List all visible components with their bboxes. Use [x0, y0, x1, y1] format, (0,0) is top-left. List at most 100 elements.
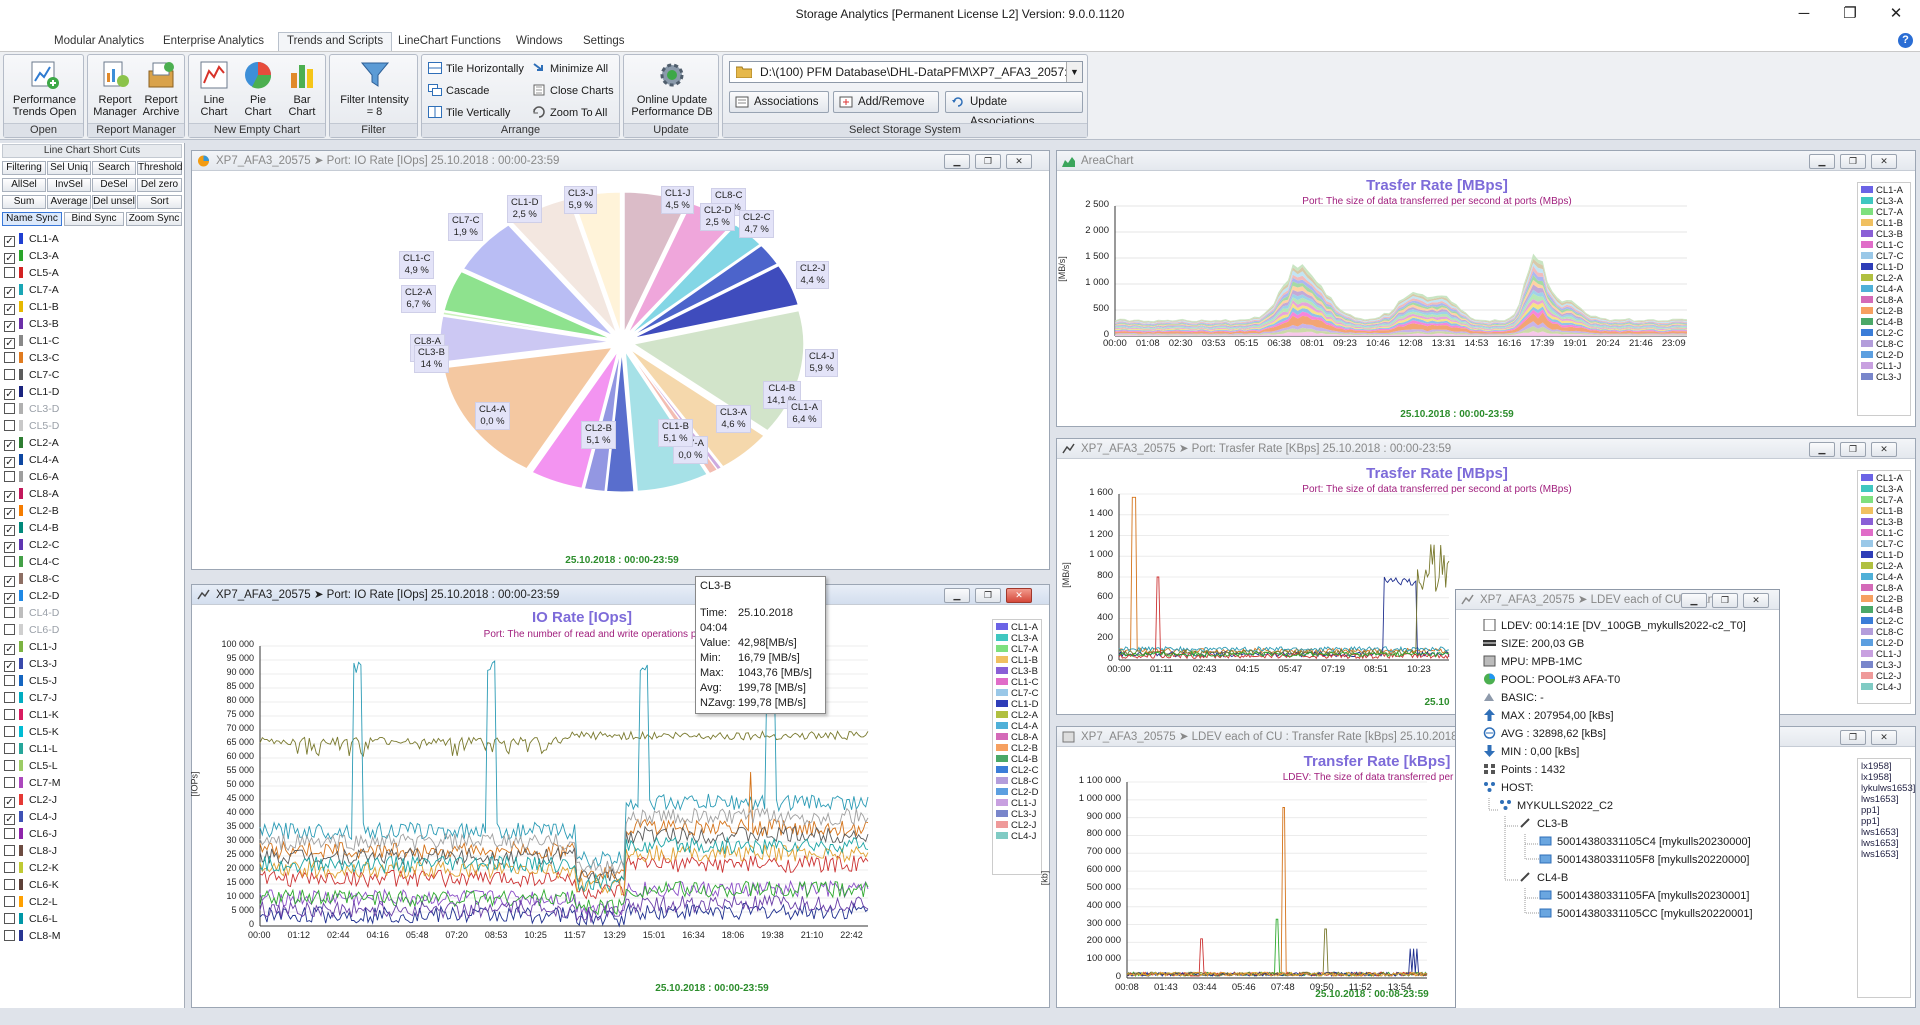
add-remove-button[interactable]: Add/Remove	[833, 91, 939, 113]
legend-entry[interactable]: CL1-B	[996, 655, 1038, 666]
series-item[interactable]: CL8-J	[4, 843, 57, 860]
series-item[interactable]: CL8-M	[4, 928, 61, 945]
close-icon[interactable]: ✕	[1871, 442, 1897, 457]
legend-entry[interactable]: CL1-B	[1861, 506, 1907, 517]
shortcut-name-sync-button[interactable]: Name Sync	[2, 212, 62, 226]
restore-icon[interactable]: ❐	[975, 588, 1001, 603]
legend-entry[interactable]: CL7-C	[1861, 251, 1907, 262]
shortcut-sort-button[interactable]: Sort	[137, 195, 182, 209]
series-item[interactable]: CL5-A	[4, 265, 59, 282]
legend-entry[interactable]: lws1653]	[1861, 838, 1907, 849]
legend-entry[interactable]: CL2-D	[996, 787, 1038, 798]
legend-entry[interactable]: CL2-J	[996, 820, 1038, 831]
filter-intensity-button[interactable]: Filter Intensity = 8	[332, 57, 417, 118]
series-item[interactable]: ✓ CL3-A	[4, 248, 59, 265]
legend-entry[interactable]: CL4-A	[1861, 572, 1907, 583]
series-checkbox[interactable]	[4, 726, 15, 737]
legend-entry[interactable]: CL1-C	[1861, 528, 1907, 539]
legend-entry[interactable]: CL4-B	[1861, 317, 1907, 328]
series-checkbox[interactable]: ✓	[4, 491, 15, 502]
shortcut-threshold-button[interactable]: Threshold	[137, 161, 182, 175]
series-item[interactable]: ✓ CL1-C	[4, 333, 59, 350]
series-checkbox[interactable]: ✓	[4, 525, 15, 536]
series-checkbox[interactable]	[4, 624, 15, 635]
close-icon[interactable]: ✕	[1871, 154, 1897, 169]
series-checkbox[interactable]: ✓	[4, 661, 15, 672]
legend-entry[interactable]: CL2-C	[1861, 616, 1907, 627]
series-checkbox[interactable]: ✓	[4, 389, 15, 400]
help-icon[interactable]: ?	[1898, 33, 1913, 48]
series-checkbox[interactable]: ✓	[4, 593, 15, 604]
close-icon[interactable]: ✕	[1873, 0, 1919, 30]
legend-entry[interactable]: CL8-A	[1861, 295, 1907, 306]
series-checkbox[interactable]: ✓	[4, 644, 15, 655]
restore-icon[interactable]: ❐	[975, 154, 1001, 169]
series-checkbox[interactable]	[4, 403, 15, 414]
legend-entry[interactable]: lws1653]	[1861, 849, 1907, 860]
series-checkbox[interactable]: ✓	[4, 236, 15, 247]
restore-icon[interactable]: ❐	[1840, 442, 1866, 457]
series-checkbox[interactable]: ✓	[4, 797, 15, 808]
window-titlebar[interactable]: AreaChart	[1057, 151, 1915, 171]
legend-entry[interactable]: CL8-A	[996, 732, 1038, 743]
legend-entry[interactable]: CL4-A	[996, 721, 1038, 732]
legend-entry[interactable]: CL1-A	[1861, 473, 1907, 484]
legend-entry[interactable]: lx1958]	[1861, 772, 1907, 783]
update-associations-button[interactable]: Update Associations	[945, 91, 1083, 128]
series-checkbox[interactable]: ✓	[4, 287, 15, 298]
series-checkbox[interactable]	[4, 556, 15, 567]
close-charts-button[interactable]: Close Charts	[532, 81, 614, 101]
legend-entry[interactable]: CL2-D	[1861, 638, 1907, 649]
series-item[interactable]: CL7-M	[4, 775, 61, 792]
legend-entry[interactable]: CL1-J	[1861, 361, 1907, 372]
legend-entry[interactable]: CL7-C	[996, 688, 1038, 699]
series-checkbox[interactable]	[4, 862, 15, 873]
legend-entry[interactable]: CL7-A	[1861, 495, 1907, 506]
series-item[interactable]: ✓ CL8-A	[4, 486, 59, 503]
series-checkbox[interactable]	[4, 760, 15, 771]
legend-entry[interactable]: CL2-C	[996, 765, 1038, 776]
shortcut-search-button[interactable]: Search	[92, 161, 136, 175]
shortcut-sum-button[interactable]: Sum	[2, 195, 46, 209]
series-item[interactable]: ✓ CL1-D	[4, 384, 59, 401]
legend-entry[interactable]: CL3-J	[996, 809, 1038, 820]
series-item[interactable]: CL5-J	[4, 673, 57, 690]
series-checkbox[interactable]	[4, 352, 15, 363]
restore-icon[interactable]: ❐	[1840, 154, 1866, 169]
series-checkbox[interactable]: ✓	[4, 542, 15, 553]
legend-entry[interactable]: CL1-C	[1861, 240, 1907, 251]
minimize-icon[interactable]: ▁	[1809, 154, 1835, 169]
series-item[interactable]: ✓ CL2-D	[4, 588, 59, 605]
series-item[interactable]: CL6-L	[4, 911, 58, 928]
series-item[interactable]: ✓ CL2-C	[4, 537, 59, 554]
legend-entry[interactable]: CL2-A	[1861, 273, 1907, 284]
series-checkbox[interactable]	[4, 607, 15, 618]
legend-entry[interactable]: CL7-A	[996, 644, 1038, 655]
series-checkbox[interactable]: ✓	[4, 338, 15, 349]
legend-entry[interactable]: lws1653]	[1861, 794, 1907, 805]
series-item[interactable]: CL1-K	[4, 707, 59, 724]
series-checkbox[interactable]	[4, 709, 15, 720]
bar-chart-button[interactable]: Bar Chart	[281, 57, 323, 118]
series-item[interactable]: ✓ CL1-A	[4, 231, 59, 248]
close-icon[interactable]: ✕	[1006, 154, 1032, 169]
series-item[interactable]: CL4-D	[4, 605, 59, 622]
series-item[interactable]: CL5-L	[4, 758, 58, 775]
series-item[interactable]: ✓ CL1-J	[4, 639, 57, 656]
series-checkbox[interactable]: ✓	[4, 576, 15, 587]
series-item[interactable]: CL1-L	[4, 741, 58, 758]
restore-icon[interactable]: ❐	[1827, 0, 1873, 30]
series-item[interactable]: ✓ CL4-A	[4, 452, 59, 469]
series-item[interactable]: CL3-D	[4, 401, 59, 418]
legend-entry[interactable]: CL7-A	[1861, 207, 1907, 218]
legend-entry[interactable]: CL2-J	[1861, 671, 1907, 682]
series-item[interactable]: CL5-D	[4, 418, 59, 435]
report-archive-button[interactable]: Report Archive	[138, 57, 184, 118]
series-checkbox[interactable]	[4, 777, 15, 788]
legend-entry[interactable]: lx1958]	[1861, 761, 1907, 772]
legend-entry[interactable]: CL3-J	[1861, 372, 1907, 383]
legend-entry[interactable]: CL2-D	[1861, 350, 1907, 361]
shortcut-del-zero-button[interactable]: Del zero	[137, 178, 182, 192]
legend-entry[interactable]: CL3-B	[1861, 517, 1907, 528]
legend-entry[interactable]: CL1-D	[1861, 550, 1907, 561]
